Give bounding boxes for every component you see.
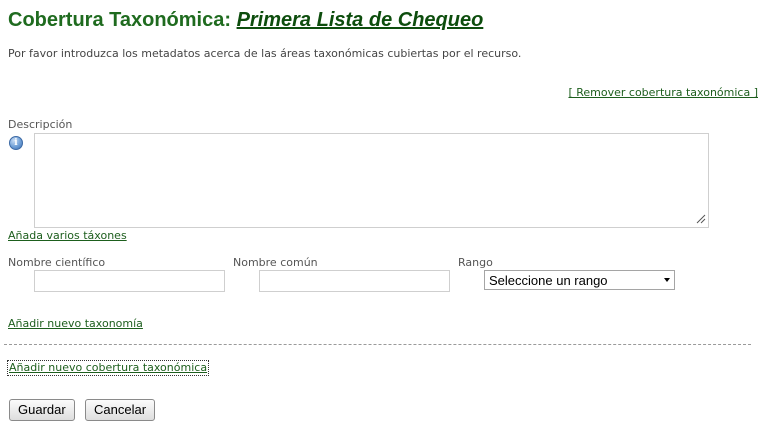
page-title-prefix: Cobertura Taxonómica: — [8, 9, 231, 31]
resource-title-link[interactable]: Primera Lista de Chequeo — [237, 9, 484, 31]
intro-text: Por favor introduzca los metadatos acerc… — [8, 47, 522, 60]
description-field[interactable] — [34, 133, 709, 228]
resize-grip-icon[interactable] — [695, 213, 706, 224]
add-taxonomy-link[interactable]: Añadir nuevo taxonomía — [8, 317, 143, 330]
scientific-name-label: Nombre científico — [8, 256, 106, 269]
rank-label: Rango — [458, 256, 493, 269]
common-name-input[interactable] — [259, 270, 450, 292]
remove-coverage-link[interactable]: [ Remover cobertura taxonómica ] — [568, 86, 758, 99]
page-title: Cobertura Taxonómica: Primera Lista de C… — [8, 9, 483, 32]
cancel-button[interactable]: Cancelar — [85, 399, 156, 421]
description-label: Descripción — [8, 118, 73, 131]
info-icon[interactable]: i — [9, 136, 23, 150]
scientific-name-input[interactable] — [34, 270, 225, 292]
taxonomic-coverage-page: Cobertura Taxonómica: Primera Lista de C… — [0, 0, 766, 432]
section-divider — [4, 344, 751, 345]
add-coverage-link[interactable]: Añadir nuevo cobertura taxonómica — [7, 360, 210, 376]
rank-selected-value: Seleccione un rango — [489, 273, 608, 288]
common-name-label: Nombre común — [233, 256, 318, 269]
chevron-down-icon — [664, 278, 670, 282]
add-many-taxa-link[interactable]: Añada varios táxones — [8, 229, 127, 242]
rank-select[interactable]: Seleccione un rango — [484, 270, 675, 290]
save-button[interactable]: Guardar — [9, 399, 75, 421]
